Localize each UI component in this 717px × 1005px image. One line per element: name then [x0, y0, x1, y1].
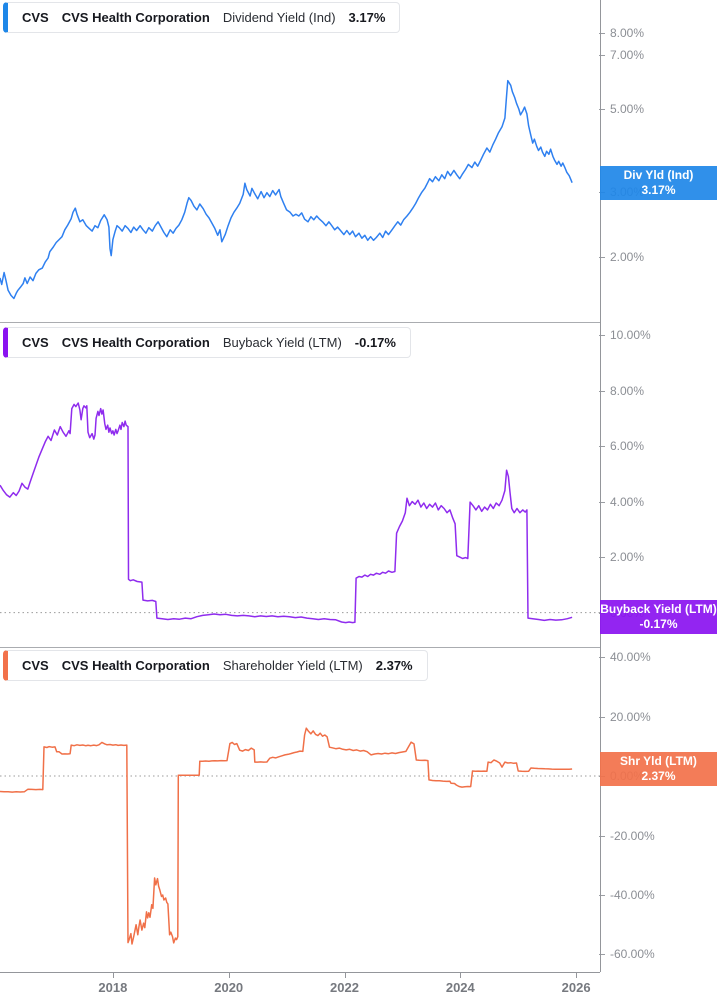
buyback-yield-line[interactable]: [0, 402, 573, 624]
shareholder-yield-last-value-badge: Shr Yld (LTM) 2.37%: [600, 752, 717, 786]
badge-value-label: 2.37%: [641, 769, 676, 783]
x-axis-line: [0, 972, 600, 973]
y-axis-tick-label: -20.00%: [610, 828, 655, 843]
x-axis-year-label: 2020: [214, 980, 244, 995]
panel-separator: [0, 322, 600, 323]
metric-value: 3.17%: [348, 10, 386, 25]
dividend-yield-last-value-badge: Div Yld (Ind) 3.17%: [600, 165, 717, 200]
y-axis-tick-label: -60.00%: [610, 947, 655, 962]
x-axis-year-label: 2018: [98, 980, 128, 995]
shareholder-yield-line[interactable]: [0, 727, 573, 945]
metric-value: -0.17%: [354, 335, 396, 350]
x-axis-year-label: 2022: [330, 980, 359, 995]
x-axis-year-label: 2026: [561, 980, 591, 995]
y-axis-tick-label: 8.00%: [610, 383, 645, 398]
buyback-yield-plot-area[interactable]: [0, 322, 600, 647]
panel-separator: [0, 647, 600, 648]
y-axis-tick-label: 7.00%: [610, 47, 645, 62]
buyback-yield-last-value-badge: Buyback Yield (LTM) -0.17%: [600, 600, 717, 635]
y-axis-tick-label: 2.00%: [610, 550, 645, 565]
y-axis-tick-label: 6.00%: [610, 439, 645, 454]
dividend-yield-line[interactable]: [0, 79, 573, 300]
y-axis-tick-label: 10.00%: [610, 328, 651, 343]
y-axis-tick-label: 5.00%: [610, 102, 645, 116]
badge-value-label: 3.17%: [641, 182, 676, 197]
y-axis-tick-label: 8.00%: [610, 25, 645, 40]
company-name: CVS Health Corporation: [61, 335, 210, 350]
x-axis-year-label: 2024: [445, 980, 475, 995]
badge-metric-label: Shr Yld (LTM): [620, 754, 697, 768]
y-axis-line: [600, 0, 601, 972]
shareholder-yield-plot-area[interactable]: [0, 647, 600, 972]
y-axis-tick-label: 40.00%: [610, 650, 651, 665]
chart-canvas: CVS CVS Health Corporation Dividend Yiel…: [0, 0, 717, 1005]
chart-header-buyback-yield[interactable]: CVS CVS Health Corporation Buyback Yield…: [3, 327, 411, 358]
y-axis-tick-label: 4.00%: [610, 494, 645, 509]
dividend-yield-plot-area[interactable]: [0, 0, 600, 322]
badge-metric-label: Div Yld (Ind): [623, 167, 694, 182]
company-name: CVS Health Corporation: [61, 658, 210, 673]
y-axis-tick-label: -40.00%: [610, 887, 655, 902]
ticker-symbol: CVS: [22, 335, 49, 350]
metric-name: Shareholder Yield (LTM): [222, 658, 363, 673]
metric-value: 2.37%: [375, 658, 413, 673]
company-name: CVS Health Corporation: [61, 10, 210, 25]
badge-value-label: -0.17%: [639, 617, 678, 632]
y-axis-tick-label: 20.00%: [610, 709, 651, 724]
chart-header-shareholder-yield[interactable]: CVS CVS Health Corporation Shareholder Y…: [3, 650, 428, 681]
badge-metric-label: Buyback Yield (LTM): [600, 602, 717, 617]
y-axis-tick-label: 2.00%: [610, 250, 645, 265]
metric-name: Dividend Yield (Ind): [222, 10, 336, 25]
chart-header-dividend-yield[interactable]: CVS CVS Health Corporation Dividend Yiel…: [3, 2, 401, 33]
ticker-symbol: CVS: [22, 658, 49, 673]
ticker-symbol: CVS: [22, 10, 49, 25]
metric-name: Buyback Yield (LTM): [222, 335, 342, 350]
